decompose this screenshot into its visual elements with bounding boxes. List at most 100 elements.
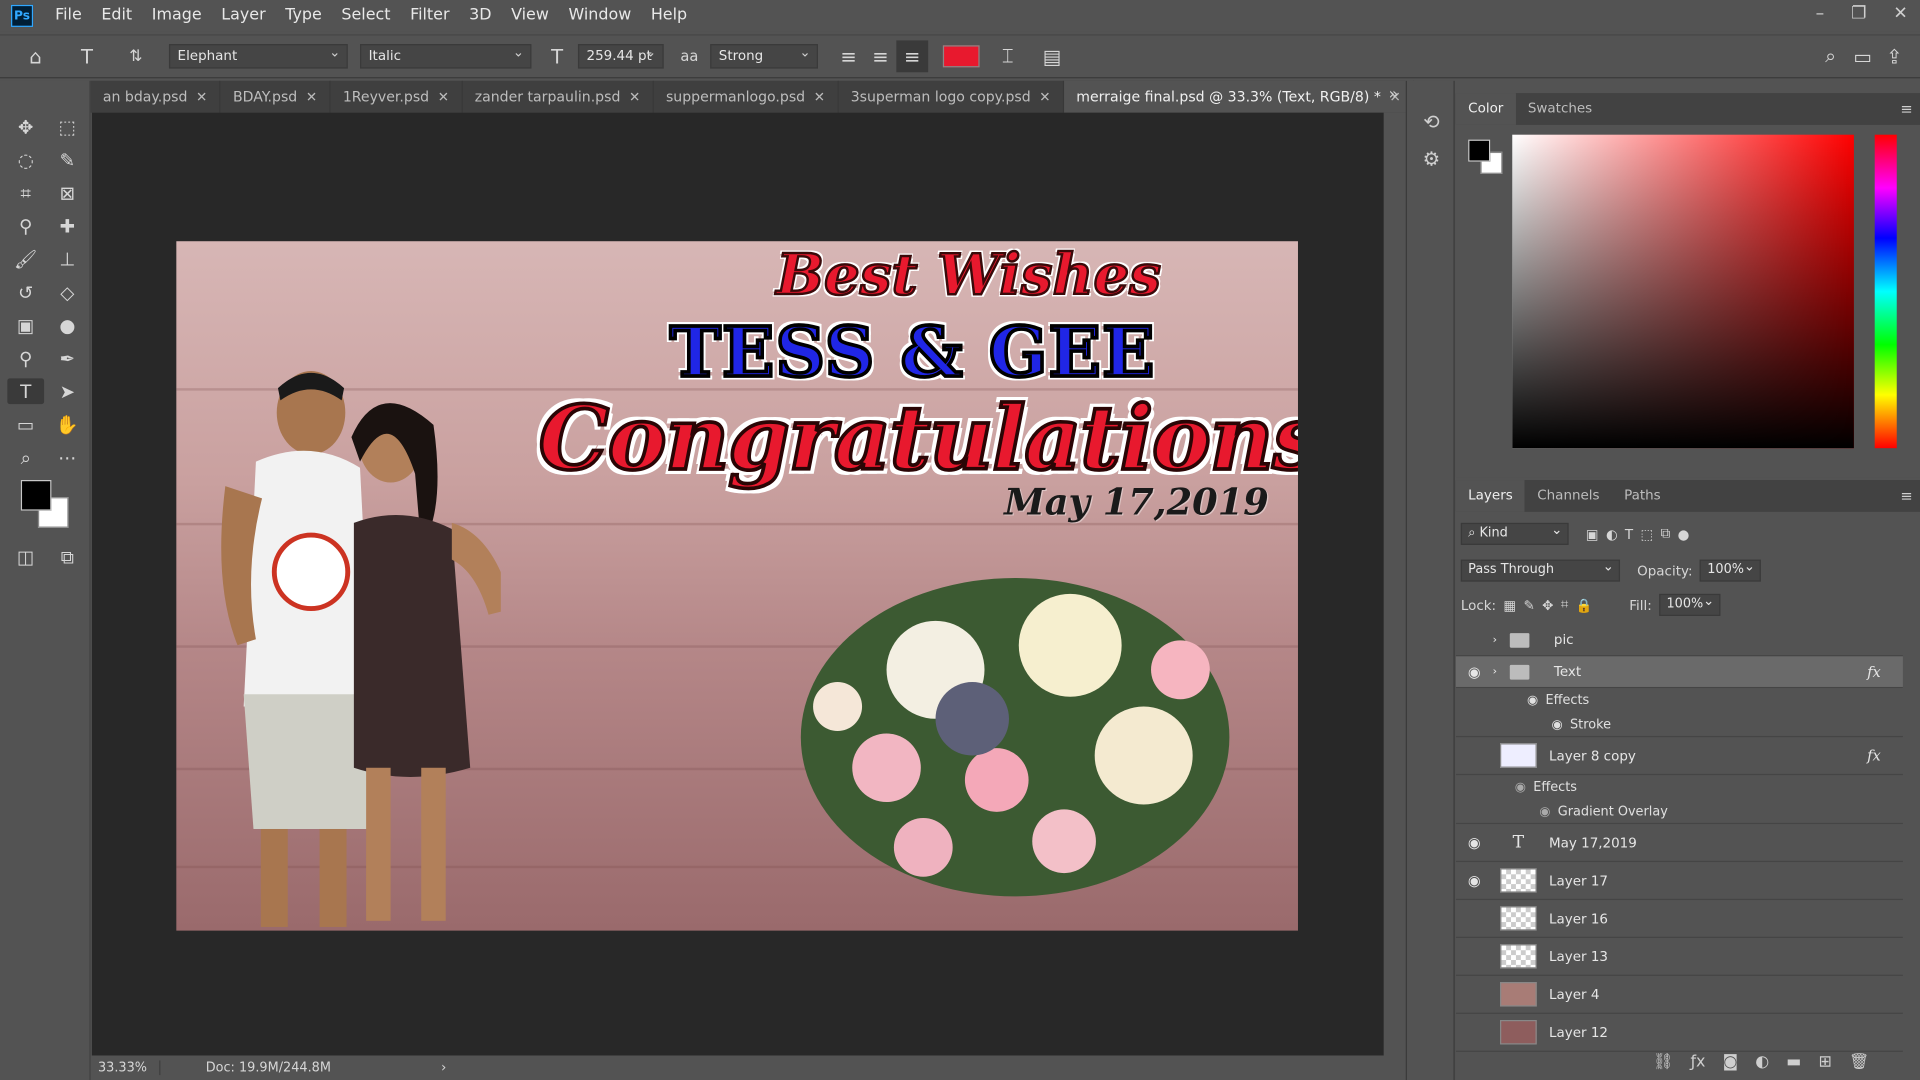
link-layers-icon[interactable]: ⛓ [1653,1053,1673,1071]
tab-document[interactable]: suppermanlogo.psd ✕ [653,80,839,113]
tab-document-active[interactable]: merraige final.psd @ 33.3% (Text, RGB/8)… [1064,80,1415,113]
visibility-icon[interactable]: ◉ [1456,872,1493,889]
tab-layers[interactable]: Layers [1455,480,1525,512]
eraser-tool-icon[interactable]: ◇ [49,279,86,305]
fx-icon[interactable]: ƒx [1690,1053,1705,1071]
color-swatches[interactable] [20,480,75,531]
tab-document[interactable]: zander tarpaulin.psd ✕ [462,80,654,113]
zoom-tool-icon[interactable]: ⌕ [7,444,44,470]
filter-pixel-icon[interactable]: ▣ [1586,526,1599,542]
filter-smart-object-icon[interactable]: ⧉ [1661,525,1671,542]
close-icon[interactable]: ✕ [306,89,317,105]
quick-mask-icon[interactable]: ◫ [7,544,44,570]
opacity-input[interactable]: 100% [1699,558,1762,582]
document-canvas[interactable]: Best Wishes TESS & GEE Congratulations! … [176,241,1298,931]
chevron-right-icon[interactable]: › [1493,634,1503,646]
marquee-tool-icon[interactable]: ⬚ [49,114,86,140]
visibility-icon[interactable]: ◉ [1456,1024,1493,1041]
minimize-icon[interactable]: – [1816,0,1825,27]
lock-paint-icon[interactable]: ✎ [1524,597,1535,613]
lock-pixels-icon[interactable]: ▦ [1503,597,1516,613]
visibility-icon[interactable]: ◉ [1456,986,1493,1003]
align-center-icon[interactable]: ≡ [864,40,896,72]
tab-paths[interactable]: Paths [1612,480,1673,512]
align-left-icon[interactable]: ≡ [833,40,865,72]
close-icon[interactable]: ✕ [1039,89,1050,105]
brush-tool-icon[interactable]: 🖌 [7,246,44,272]
visibility-icon[interactable]: ◉ [1456,948,1493,965]
quick-select-tool-icon[interactable]: ✎ [49,147,86,173]
delete-layer-icon[interactable]: 🗑 [1849,1053,1869,1071]
fx-icon[interactable]: fx [1867,663,1881,680]
canvas-area[interactable]: Best Wishes TESS & GEE Congratulations! … [91,112,1384,1056]
visibility-icon[interactable]: ◉ [1539,804,1550,819]
tab-document[interactable]: 1Reyver.psd ✕ [330,80,463,113]
lock-position-icon[interactable]: ✥ [1542,597,1553,613]
lock-artboard-icon[interactable]: ⌗ [1561,596,1569,613]
type-tool-preset-icon[interactable]: T [71,40,103,72]
names-text[interactable]: TESS & GEE [668,310,1156,394]
congratulations-text[interactable]: Congratulations! [537,384,1298,492]
visibility-icon[interactable]: ◉ [1515,780,1526,795]
foreground-color[interactable] [20,480,52,511]
visibility-icon[interactable]: ◉ [1551,717,1562,732]
tab-overflow-icon[interactable]: » [1389,86,1399,104]
menu-image[interactable]: Image [142,0,211,32]
layer-row[interactable]: ◉ Layer 16 [1455,900,1903,938]
workspace-icon[interactable]: ▭ [1847,40,1879,72]
layer-row[interactable]: ◉ › pic [1455,624,1903,657]
chevron-right-icon[interactable]: › [441,1060,446,1075]
tab-document[interactable]: 3superman logo copy.psd ✕ [838,80,1065,113]
blend-mode-select[interactable]: Pass Through [1460,558,1621,582]
dodge-tool-icon[interactable]: ⚲ [7,345,44,371]
effect-item-row[interactable]: ◉ Gradient Overlay [1455,800,1903,825]
menu-window[interactable]: Window [559,0,641,32]
date-text[interactable]: May 17,2019 [1004,481,1269,524]
filter-type-icon[interactable]: T [1625,526,1633,542]
gradient-tool-icon[interactable]: ▣ [7,312,44,338]
eyedropper-tool-icon[interactable]: ⚲ [7,213,44,239]
chevron-right-icon[interactable]: › [1493,666,1503,678]
properties-panel-icon[interactable]: ⚙ [1407,140,1456,177]
adjustment-layer-icon[interactable]: ◐ [1755,1053,1769,1071]
fill-input[interactable]: 100% [1659,593,1721,616]
home-icon[interactable]: ⌂ [20,40,52,72]
menu-select[interactable]: Select [332,0,401,32]
layer-row[interactable]: ◉ Layer 4 [1455,976,1903,1014]
layer-row[interactable]: ◉ Layer 8 copy fx [1455,737,1903,776]
pen-tool-icon[interactable]: ✒ [49,345,86,371]
effect-item-row[interactable]: ◉ Stroke [1455,713,1903,738]
path-select-tool-icon[interactable]: ➤ [49,378,86,404]
warp-text-icon[interactable]: ⌶ [992,40,1024,72]
hue-slider[interactable] [1874,134,1897,449]
visibility-icon[interactable]: ◉ [1456,910,1493,927]
lasso-tool-icon[interactable]: ◌ [7,147,44,173]
layer-row[interactable]: ◉ Layer 17 [1455,862,1903,901]
tab-document[interactable]: BDAY.psd ✕ [220,80,331,113]
visibility-icon[interactable]: ◉ [1456,631,1493,648]
visibility-icon[interactable]: ◉ [1456,663,1493,680]
rectangle-tool-icon[interactable]: ▭ [7,411,44,437]
zoom-level[interactable]: 33.33% [92,1060,161,1076]
visibility-icon[interactable]: ◉ [1527,693,1538,708]
text-orientation-icon[interactable]: ⇅ [120,40,152,72]
panel-menu-icon[interactable]: ≡ [1900,100,1912,117]
tab-channels[interactable]: Channels [1525,480,1612,512]
doc-size[interactable]: Doc: 19.9M/244.8M [160,1060,331,1075]
color-field[interactable] [1512,134,1854,449]
filter-toggle-icon[interactable]: ● [1678,526,1690,542]
menu-type[interactable]: Type [275,0,331,32]
close-icon[interactable]: ✕ [814,89,825,105]
menu-filter[interactable]: Filter [400,0,459,32]
character-panel-icon[interactable]: ▤ [1036,40,1068,72]
filter-shape-icon[interactable]: ⬚ [1641,526,1654,542]
best-wishes-text[interactable]: Best Wishes [775,241,1162,308]
layer-row[interactable]: ◉ Layer 12 [1455,1014,1903,1052]
menu-help[interactable]: Help [641,0,697,32]
close-icon[interactable]: ✕ [196,89,207,105]
healing-brush-tool-icon[interactable]: ✚ [49,213,86,239]
menu-layer[interactable]: Layer [211,0,275,32]
fx-icon[interactable]: fx [1867,747,1881,764]
hand-tool-icon[interactable]: ✋ [49,411,86,437]
restore-icon[interactable]: ❐ [1851,0,1866,27]
